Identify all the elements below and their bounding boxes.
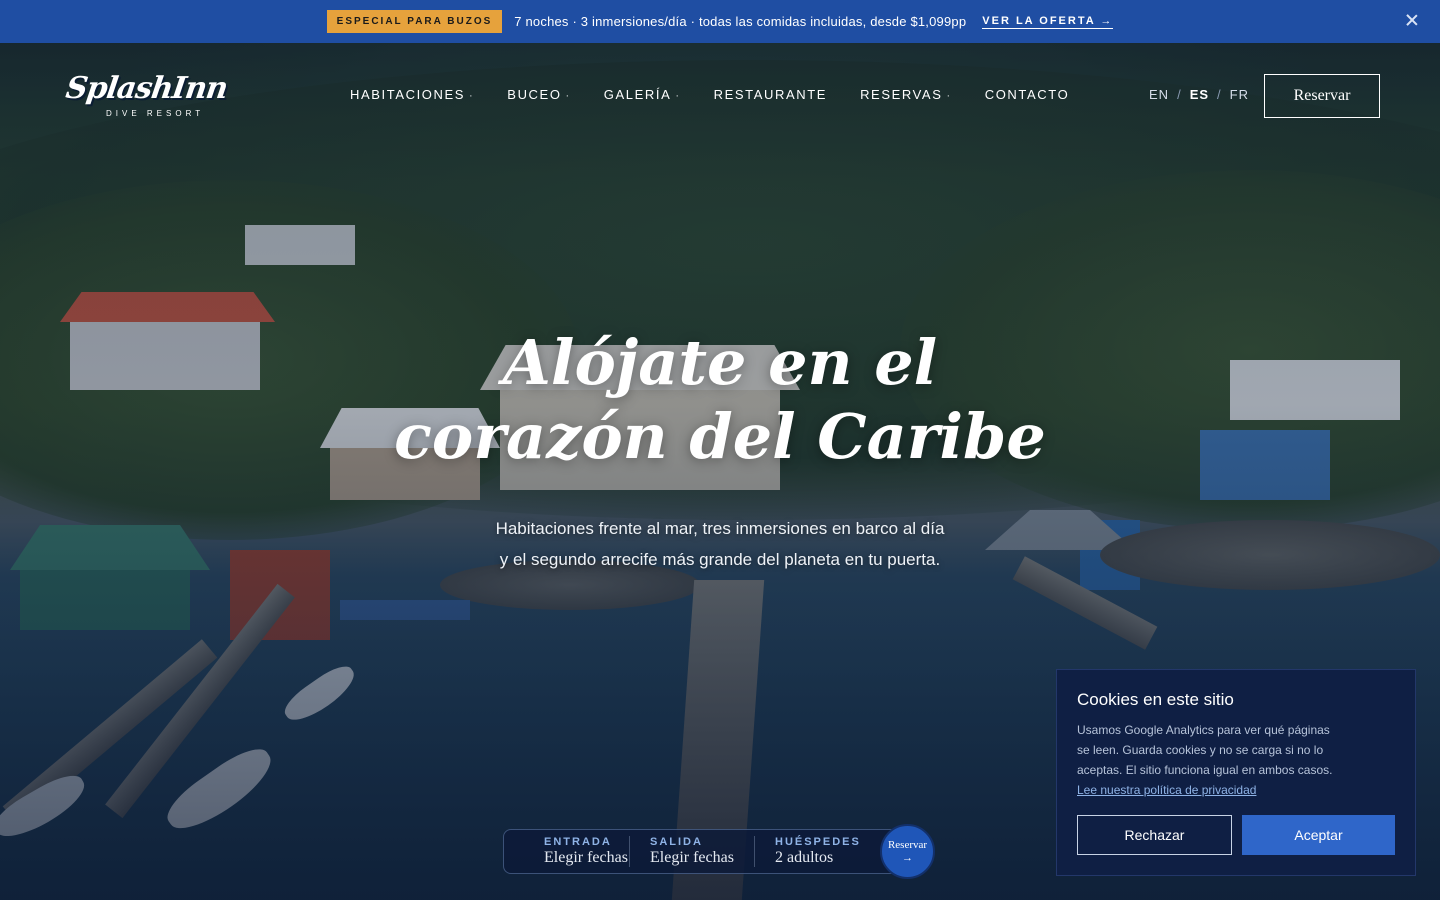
nav-item-galeria[interactable]: GALERÍA ·: [604, 87, 681, 102]
cookie-accept-button[interactable]: Aceptar: [1242, 815, 1395, 855]
cookie-reject-button[interactable]: Rechazar: [1077, 815, 1232, 855]
hero-headline: Alójate en el corazón del Caribe: [0, 326, 1440, 474]
lang-separator: /: [1177, 87, 1182, 102]
lang-es[interactable]: ES: [1190, 87, 1209, 102]
lang-en[interactable]: EN: [1149, 87, 1169, 102]
promo-text: 7 noches · 3 inmersiones/día · todas las…: [514, 14, 967, 29]
brand-logo-wordmark: SplashInn: [63, 71, 230, 106]
hero-headline-line2: corazón del Caribe: [394, 400, 1046, 473]
dropdown-dot-icon: ·: [946, 90, 952, 102]
close-icon[interactable]: [1402, 11, 1422, 31]
dropdown-dot-icon: ·: [565, 90, 571, 102]
nav-item-habitaciones[interactable]: HABITACIONES ·: [350, 87, 474, 102]
nav-item-label: GALERÍA: [603, 87, 672, 102]
cookie-actions: Rechazar Aceptar: [1077, 815, 1395, 855]
hero-subheadline-line2: y el segundo arrecife más grande del pla…: [499, 550, 941, 569]
nav-item-buceo[interactable]: BUCEO ·: [507, 87, 571, 102]
header-reserve-button[interactable]: Reservar: [1264, 74, 1380, 118]
arrow-right-icon: →: [902, 852, 913, 864]
nav-item-label: CONTACTO: [984, 87, 1070, 102]
nav-item-label: RESTAURANTE: [713, 87, 828, 102]
hero-headline-line1: Alójate en el: [502, 326, 938, 399]
hero-subheadline-line1: Habitaciones frente al mar, tres inmersi…: [495, 519, 945, 538]
nav-item-restaurante[interactable]: RESTAURANTE: [714, 87, 827, 102]
dropdown-dot-icon: ·: [675, 90, 681, 102]
checkout-label: SALIDA: [650, 836, 703, 848]
privacy-policy-link[interactable]: Lee nuestra política de privacidad: [1077, 783, 1256, 797]
nav-item-label: HABITACIONES: [350, 87, 466, 102]
cookie-body: Usamos Google Analytics para ver qué pág…: [1077, 720, 1337, 800]
nav-item-label: RESERVAS: [860, 87, 943, 102]
cookie-consent-panel: Cookies en este sitio Usamos Google Anal…: [1056, 669, 1416, 876]
guests-value: 2 adultos: [775, 849, 834, 866]
lang-fr[interactable]: FR: [1230, 87, 1249, 102]
lang-separator: /: [1217, 87, 1222, 102]
main-nav: HABITACIONES · BUCEO · GALERÍA · RESTAURANT…: [350, 87, 1069, 102]
nav-item-contacto[interactable]: CONTACTO: [985, 87, 1070, 102]
promo-bar: ESPECIAL PARA BUZOS 7 noches · 3 inmersi…: [0, 0, 1440, 43]
promo-offer-link[interactable]: VER LA OFERTA →: [982, 15, 1114, 29]
checkin-value: Elegir fechas: [544, 849, 628, 866]
brand-logo[interactable]: SplashInn DIVE RESORT: [63, 71, 230, 122]
booking-bar: ENTRADA Elegir fechas SALIDA Elegir fech…: [503, 829, 908, 874]
dropdown-dot-icon: ·: [469, 90, 475, 102]
booking-submit-label: Reservar: [887, 839, 928, 851]
nav-item-label: BUCEO: [507, 87, 562, 102]
guests-label: HUÉSPEDES: [775, 836, 861, 848]
guests-field[interactable]: HUÉSPEDES 2 adultos: [754, 836, 879, 867]
brand-logo-tagline: DIVE RESORT: [106, 109, 205, 118]
nav-item-reservas[interactable]: RESERVAS ·: [860, 87, 952, 102]
language-switcher: EN / ES / FR: [1149, 87, 1249, 102]
checkout-value: Elegir fechas: [650, 849, 734, 866]
checkout-field[interactable]: SALIDA Elegir fechas: [629, 836, 754, 867]
booking-submit-button[interactable]: Reservar →: [880, 824, 935, 879]
hero-subheadline: Habitaciones frente al mar, tres inmersi…: [0, 513, 1440, 575]
checkin-field[interactable]: ENTRADA Elegir fechas: [504, 836, 629, 867]
cookie-body-text: Usamos Google Analytics para ver qué pág…: [1077, 723, 1333, 777]
checkin-label: ENTRADA: [544, 836, 612, 848]
cookie-title: Cookies en este sitio: [1077, 690, 1234, 709]
promo-badge: ESPECIAL PARA BUZOS: [326, 10, 503, 33]
